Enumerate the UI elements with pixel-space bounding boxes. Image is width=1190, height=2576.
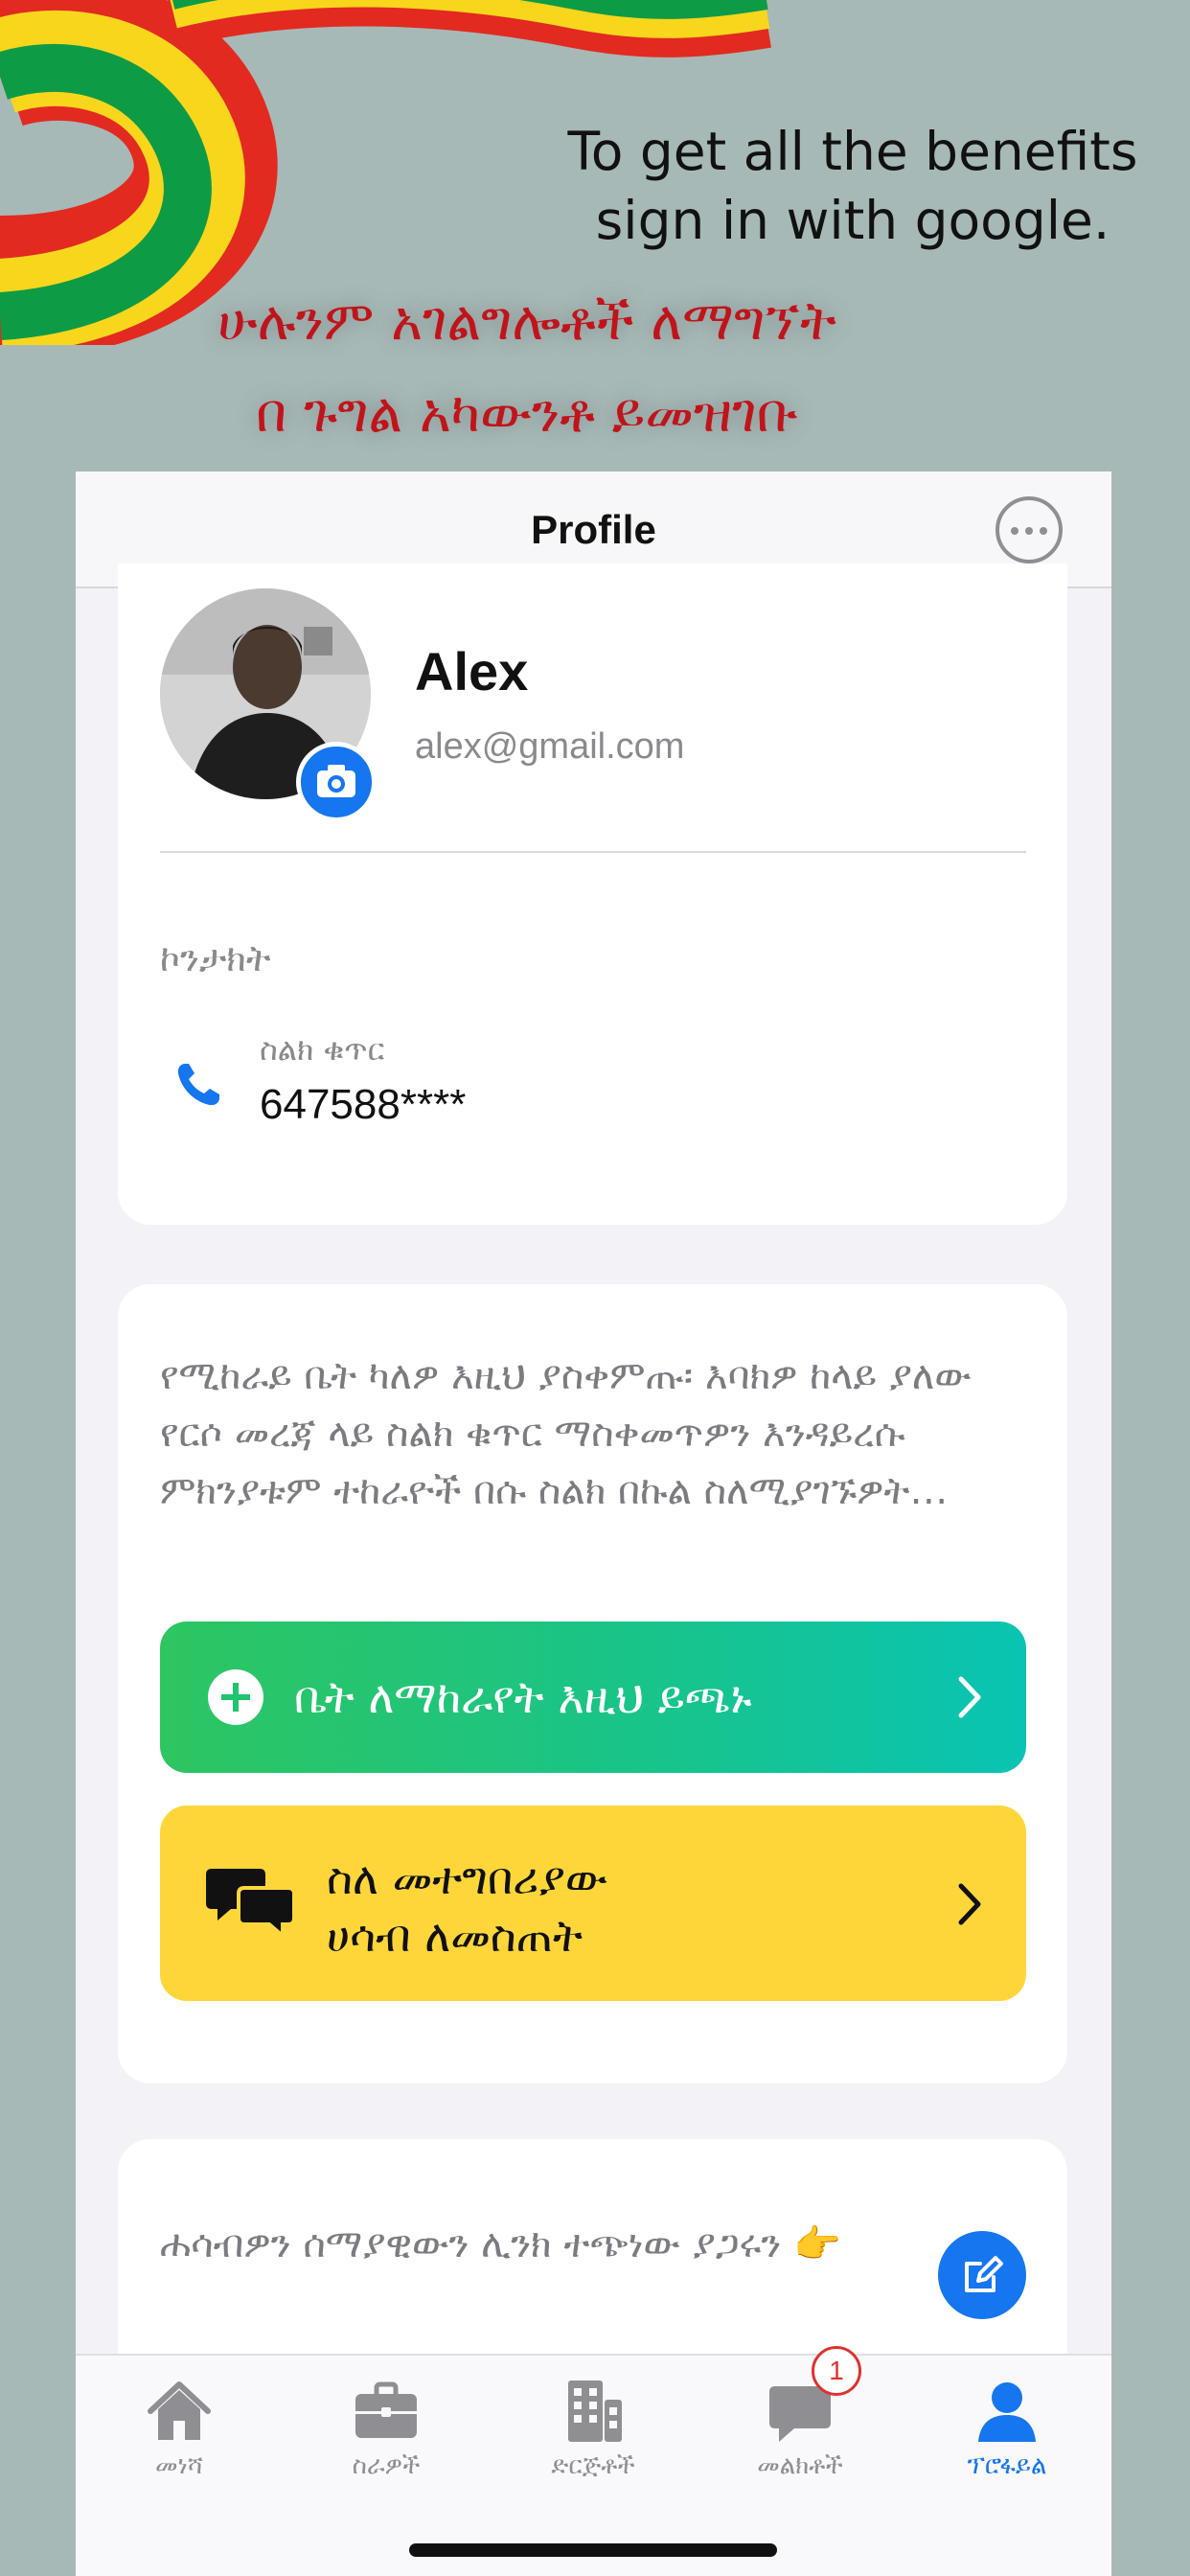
camera-icon — [317, 765, 355, 797]
share-feedback-text: ሐሳብዎን ሰማያዊውን ሊንክ ተጭነው ያጋሩን 👉 — [160, 2222, 841, 2266]
app-feedback-button[interactable]: ስለ መተግበሪያው ሀሳብ ለመስጠት — [160, 1806, 1026, 2001]
building-icon — [568, 2380, 622, 2442]
tab-label-profile: ፕሮፋይል — [967, 2451, 1047, 2480]
feedback-label: ስለ መተግበሪያው ሀሳብ ለመስጠት — [327, 1852, 608, 1962]
edit-feedback-button[interactable] — [938, 2231, 1026, 2319]
edit-icon — [965, 2256, 1003, 2292]
tab-profile[interactable]: ፕሮፋይል — [904, 2356, 1110, 2499]
phone-label: ስልክ ቁጥር — [260, 1031, 385, 1068]
plus-bar — [233, 1683, 239, 1712]
tab-home[interactable]: መነሻ — [76, 2356, 283, 2499]
tab-label-messages: መልክቶች — [757, 2451, 843, 2480]
home-indicator[interactable] — [409, 2543, 777, 2557]
more-options-button[interactable] — [995, 496, 1063, 564]
promo-amharic-text: ሁሉንም አገልግሎቶች ለማግኘት በ ጉግል አካውንቶ ይመዝገቡ — [217, 290, 836, 445]
tab-messages[interactable]: 1 መልክቶች — [697, 2346, 904, 2499]
listing-card: የሚከራይ ቤት ካለዎ እዚህ ያስቀምጡ፡ እባክዎ ከላይ ያለው የርሶ… — [118, 1284, 1067, 2083]
contact-heading: ኮንታክት — [160, 937, 271, 979]
chat-bubbles-icon — [206, 1869, 294, 1940]
tab-organizations[interactable]: ድርጅቶች — [490, 2356, 697, 2499]
chevron-right-icon — [958, 1676, 981, 1718]
phone-number[interactable]: 647588**** — [260, 1081, 466, 1129]
tab-jobs[interactable]: ስራዎች — [283, 2356, 490, 2499]
home-icon — [148, 2381, 211, 2440]
tab-label-home: መነሻ — [154, 2451, 204, 2480]
ellipsis-dot — [1040, 527, 1047, 535]
app-screen: Profile Alex alex@gmail.com ኮንታክት ስልክ ቁጥ… — [76, 472, 1111, 2576]
unread-badge: 1 — [812, 2346, 861, 2396]
profile-email: alex@gmail.com — [415, 726, 685, 767]
ellipsis-dot — [1025, 527, 1033, 535]
briefcase-icon — [355, 2381, 417, 2438]
promo-banner: To get all the benefits sign in with goo… — [0, 0, 1190, 472]
plus-circle-icon — [208, 1669, 263, 1725]
tab-label-organizations: ድርጅቶች — [551, 2451, 635, 2480]
divider — [160, 851, 1026, 853]
person-icon — [978, 2382, 1036, 2442]
ellipsis-circle-icon — [1011, 527, 1018, 535]
add-house-label: ቤት ለማከራየት እዚህ ይጫኑ — [294, 1671, 752, 1723]
profile-card: Alex alex@gmail.com ኮንታክት ስልክ ቁጥር 647588… — [118, 564, 1067, 1225]
change-photo-button[interactable] — [296, 742, 377, 822]
phone-icon — [177, 1064, 219, 1106]
listing-info-text: የሚከራይ ቤት ካለዎ እዚህ ያስቀምጡ፡ እባክዎ ከላይ ያለው የርሶ… — [160, 1354, 972, 1513]
tab-bar: መነሻ ስራዎች ድርጅቶች 1 መልክቶች ፕሮፋይል — [76, 2346, 1111, 2576]
tab-label-jobs: ስራዎች — [352, 2451, 421, 2480]
chevron-right-icon — [958, 1883, 981, 1925]
profile-name: Alex — [415, 641, 529, 702]
add-house-button[interactable]: ቤት ለማከራየት እዚህ ይጫኑ — [160, 1622, 1026, 1773]
promo-english-text: To get all the benefits sign in with goo… — [567, 121, 1138, 251]
